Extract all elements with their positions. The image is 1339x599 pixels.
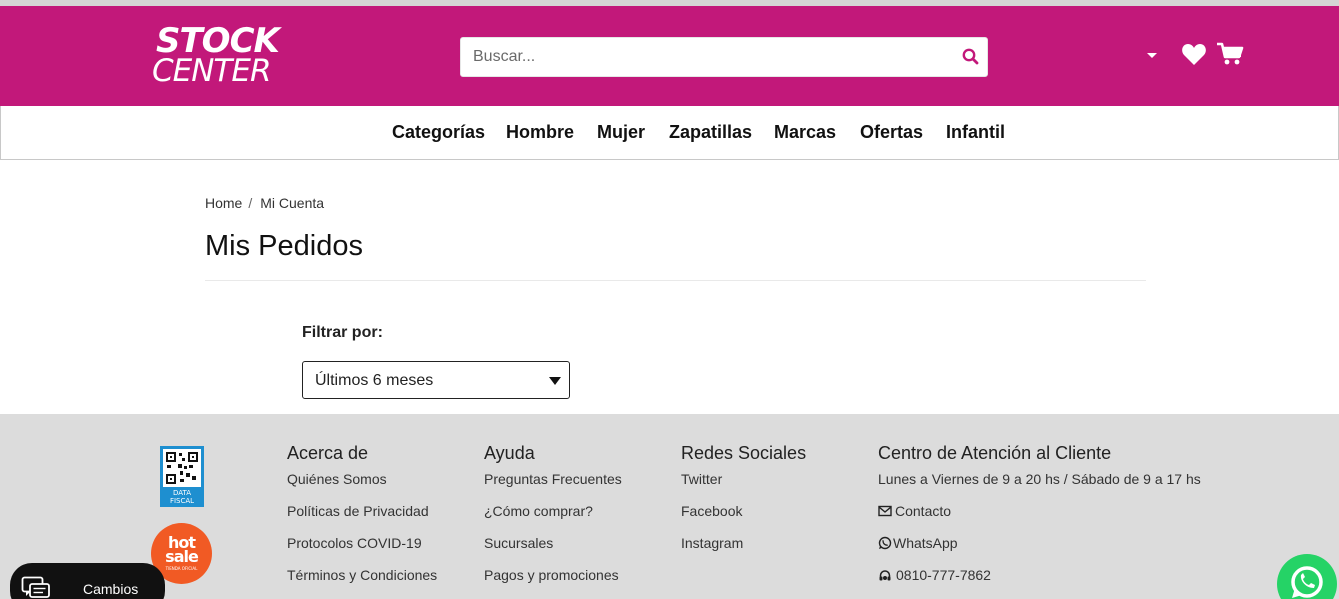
footer-link-instagram[interactable]: Instagram [681,535,743,551]
footer-link-quienes-somos[interactable]: Quiénes Somos [287,471,387,487]
filter-select[interactable]: Últimos 6 meses [302,361,570,399]
whatsapp-icon [878,536,892,550]
nav-item-categorias[interactable]: Categorías [392,122,485,143]
chat-icon [21,576,50,598]
footer-title-acerca: Acerca de [287,443,369,463]
cambios-chat-button[interactable]: Cambios [10,563,165,599]
search-icon[interactable] [961,47,981,67]
footer-link-privacidad[interactable]: Políticas de Privacidad [287,503,429,519]
hotsale-line-2: sale [165,547,199,566]
cambios-label: Cambios [83,581,139,597]
qr-code-icon [163,449,201,487]
nav-item-marcas[interactable]: Marcas [774,122,836,143]
footer-link-sucursales[interactable]: Sucursales [484,535,553,551]
cart-icon[interactable] [1216,41,1244,67]
footer-phone[interactable]: 0810-777-7862 [896,567,991,583]
data-fiscal-qr-badge[interactable]: DATA FISCAL [160,446,204,507]
envelope-icon [878,505,892,517]
nav-item-hombre[interactable]: Hombre [506,122,574,143]
filter-label: Filtrar por: [302,324,383,341]
footer-link-twitter[interactable]: Twitter [681,471,722,487]
footer-link-pagos[interactable]: Pagos y promociones [484,567,619,583]
footer-link-terminos[interactable]: Términos y Condiciones [287,567,437,583]
footer-link-facebook[interactable]: Facebook [681,503,742,519]
footer-link-contacto[interactable]: Contacto [895,503,951,519]
main-nav: Categorías Hombre Mujer Zapatillas Marca… [0,106,1339,160]
footer-hours: Lunes a Viernes de 9 a 20 hs / Sábado de… [878,471,1201,487]
nav-item-zapatillas[interactable]: Zapatillas [669,122,752,143]
search-input[interactable] [461,38,951,76]
breadcrumb: Home / Mi Cuenta [205,195,324,211]
logo-line-2: CENTER [152,53,271,89]
breadcrumb-current: Mi Cuenta [260,195,325,211]
footer-title-ayuda: Ayuda [484,443,535,463]
nav-item-mujer[interactable]: Mujer [597,122,645,143]
search-box [460,37,988,77]
footer-link-faq[interactable]: Preguntas Frecuentes [484,471,622,487]
logo-line-1: STOCK [156,21,280,61]
footer-title-redes: Redes Sociales [681,443,807,463]
stock-center-logo[interactable]: STOCK CENTER [150,21,280,89]
page-title: Mis Pedidos [205,230,363,262]
filter-select-value: Últimos 6 meses [315,372,434,389]
nav-item-infantil[interactable]: Infantil [946,122,1005,143]
chevron-down-icon [549,377,561,385]
footer-link-whatsapp[interactable]: WhatsApp [893,535,958,551]
footer-link-covid[interactable]: Protocolos COVID-19 [287,535,422,551]
title-divider [205,280,1146,281]
footer-link-como-comprar[interactable]: ¿Cómo comprar? [484,503,593,519]
nav-item-ofertas[interactable]: Ofertas [860,122,923,143]
breadcrumb-separator: / [248,195,253,211]
chevron-down-icon[interactable] [1145,50,1159,60]
qr-badge-text: DATA FISCAL [169,489,195,505]
headset-icon [879,570,891,581]
breadcrumb-home[interactable]: Home [205,195,242,211]
site-header: STOCK CENTER [0,6,1339,106]
whatsapp-icon [1291,566,1323,598]
footer-title-atencion: Centro de Atención al Cliente [878,443,1112,463]
heart-icon[interactable] [1181,43,1207,67]
